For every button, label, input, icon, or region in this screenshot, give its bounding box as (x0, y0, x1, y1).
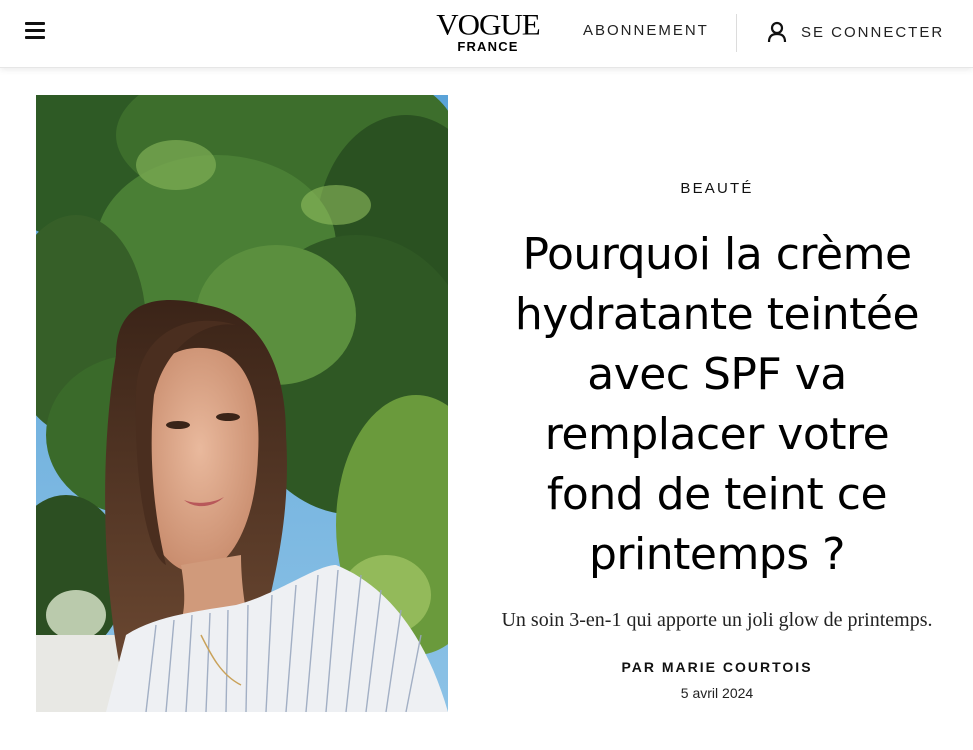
logo-edition: FRANCE (457, 39, 519, 54)
header-divider (736, 14, 737, 52)
user-icon (767, 21, 787, 43)
login-label: SE CONNECTER (801, 23, 945, 41)
article-dek: Un soin 3-en-1 qui apporte un joli glow … (501, 609, 933, 631)
login-button[interactable]: SE CONNECTER (767, 20, 944, 44)
article-header: BEAUTÉ Pourquoi la crème hydratante tein… (478, 180, 956, 701)
author-link[interactable]: MARIE COURTOIS (662, 659, 813, 675)
menu-icon[interactable] (24, 22, 48, 44)
byline: PAR MARIE COURTOIS (478, 659, 956, 675)
byline-prefix: PAR (621, 659, 662, 675)
rubric-link[interactable]: BEAUTÉ (478, 180, 956, 197)
article-headline: Pourquoi la crème hydratante teintée ave… (514, 229, 920, 580)
hero-image (36, 95, 448, 712)
site-header: VOGUE FRANCE ABONNEMENT SE CONNECTER (0, 0, 973, 68)
subscribe-link[interactable]: ABONNEMENT (583, 22, 709, 39)
publish-date: 5 avril 2024 (680, 685, 754, 701)
logo-wordmark: VOGUE (436, 7, 541, 42)
logo[interactable]: VOGUE FRANCE (436, 7, 541, 54)
